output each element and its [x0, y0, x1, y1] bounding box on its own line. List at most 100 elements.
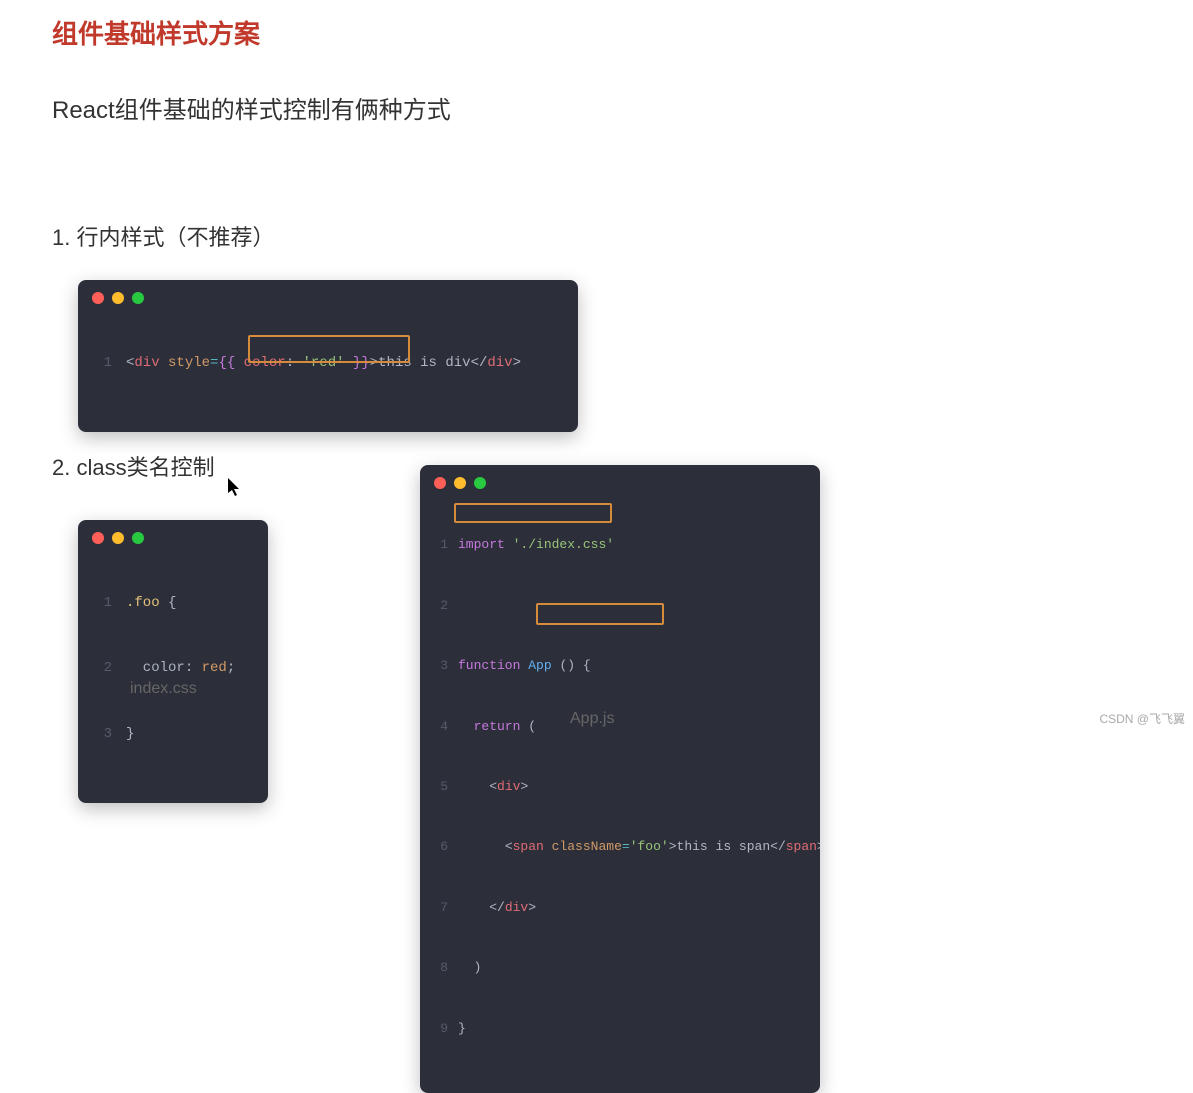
code-line: 2 color: red; — [92, 658, 254, 680]
line-number: 3 — [92, 724, 112, 746]
line-content: } — [458, 1019, 466, 1039]
tok: > — [528, 900, 536, 915]
code-line: 4 return ( — [434, 717, 806, 737]
tok — [294, 355, 302, 371]
cursor-icon — [228, 478, 244, 503]
code-line: 1 <div style={{ color: 'red' }}>this is … — [92, 353, 564, 375]
traffic-green-icon — [474, 477, 486, 489]
tok: </ — [471, 355, 488, 371]
line-content: </div> — [458, 898, 536, 918]
tok: App — [528, 658, 551, 673]
line-number: 1 — [434, 535, 448, 555]
traffic-lights — [78, 280, 578, 310]
code-line: 7 </div> — [434, 898, 806, 918]
line-number: 2 — [434, 596, 448, 616]
traffic-lights — [420, 465, 820, 495]
tok: </ — [489, 900, 505, 915]
tok: () — [559, 658, 575, 673]
tok: import — [458, 537, 505, 552]
code-line: 9 } — [434, 1019, 806, 1039]
line-number: 8 — [434, 958, 448, 978]
tok: > — [669, 839, 677, 854]
tok: red — [202, 660, 227, 676]
caption-app-js: App.js — [570, 710, 614, 728]
tok — [458, 779, 489, 794]
line-content: } — [126, 724, 134, 746]
tok: ( — [528, 719, 536, 734]
code-line: 5 <div> — [434, 777, 806, 797]
code-area: 1 import './index.css' 2 3 function App … — [420, 495, 820, 1093]
code-line: 6 <span className='foo'>this is span</sp… — [434, 837, 806, 857]
traffic-green-icon — [132, 532, 144, 544]
tok: } — [458, 1021, 466, 1036]
section-2-heading: 2. class类名控制 — [52, 450, 215, 482]
line-number: 3 — [434, 656, 448, 676]
line-content: import './index.css' — [458, 535, 614, 555]
tok: div — [487, 355, 512, 371]
tok — [458, 960, 474, 975]
tok — [458, 900, 489, 915]
code-line: 8 ) — [434, 958, 806, 978]
tok: 'red' — [303, 355, 345, 371]
tok: </ — [770, 839, 786, 854]
traffic-red-icon — [92, 532, 104, 544]
line-number: 1 — [92, 593, 112, 615]
tok: div — [134, 355, 159, 371]
tok: div — [497, 779, 520, 794]
line-number: 2 — [92, 658, 112, 680]
watermark: CSDN @飞飞翼 — [1099, 710, 1185, 727]
line-content: color: red; — [126, 658, 235, 680]
line-number: 4 — [434, 717, 448, 737]
traffic-red-icon — [434, 477, 446, 489]
tok: { — [583, 658, 591, 673]
line-content: function App () { — [458, 656, 591, 676]
tok: style — [168, 355, 210, 371]
tok: : — [185, 660, 202, 676]
traffic-yellow-icon — [454, 477, 466, 489]
tok: = — [622, 839, 630, 854]
tok: return — [458, 719, 520, 734]
tok: < — [489, 779, 497, 794]
tok: span — [786, 839, 817, 854]
traffic-lights — [78, 520, 268, 550]
tok: span — [513, 839, 544, 854]
tok: {{ — [218, 355, 243, 371]
line-number: 1 — [92, 353, 112, 375]
tok: color — [126, 660, 185, 676]
tok: ) — [474, 960, 482, 975]
tok: > — [513, 355, 521, 371]
tok: './index.css' — [513, 537, 614, 552]
tok — [575, 658, 583, 673]
line-number: 9 — [434, 1019, 448, 1039]
line-number: 7 — [434, 898, 448, 918]
traffic-yellow-icon — [112, 292, 124, 304]
tok: div — [505, 900, 528, 915]
page-title: 组件基础样式方案 — [52, 14, 260, 51]
intro-text: React组件基础的样式控制有俩种方式 — [52, 90, 451, 125]
code-line: 1 import './index.css' — [434, 535, 806, 555]
code-area: 1 <div style={{ color: 'red' }}>this is … — [78, 310, 578, 432]
code-area: 1 .foo { 2 color: red; 3 } — [78, 550, 268, 803]
code-line: 3 } — [92, 724, 254, 746]
line-number: 6 — [434, 837, 448, 857]
code-window-app-js: 1 import './index.css' 2 3 function App … — [420, 465, 820, 1093]
caption-index-css: index.css — [130, 680, 197, 698]
tok: function — [458, 658, 520, 673]
tok: : — [286, 355, 294, 371]
tok: this is div — [378, 355, 470, 371]
tok — [458, 839, 505, 854]
tok — [505, 537, 513, 552]
line-content: .foo { — [126, 593, 176, 615]
traffic-green-icon — [132, 292, 144, 304]
tok: } — [126, 726, 134, 742]
section-1-heading: 1. 行内样式（不推荐） — [52, 220, 274, 252]
line-content: <span className='foo'>this is span</span… — [458, 837, 820, 857]
code-window-inline-style: 1 <div style={{ color: 'red' }}>this is … — [78, 280, 578, 432]
code-line: 1 .foo { — [92, 593, 254, 615]
tok — [544, 839, 552, 854]
tok: > — [520, 779, 528, 794]
tok: > — [370, 355, 378, 371]
code-window-index-css: 1 .foo { 2 color: red; 3 } — [78, 520, 268, 803]
line-content: ) — [458, 958, 481, 978]
tok: > — [817, 839, 820, 854]
